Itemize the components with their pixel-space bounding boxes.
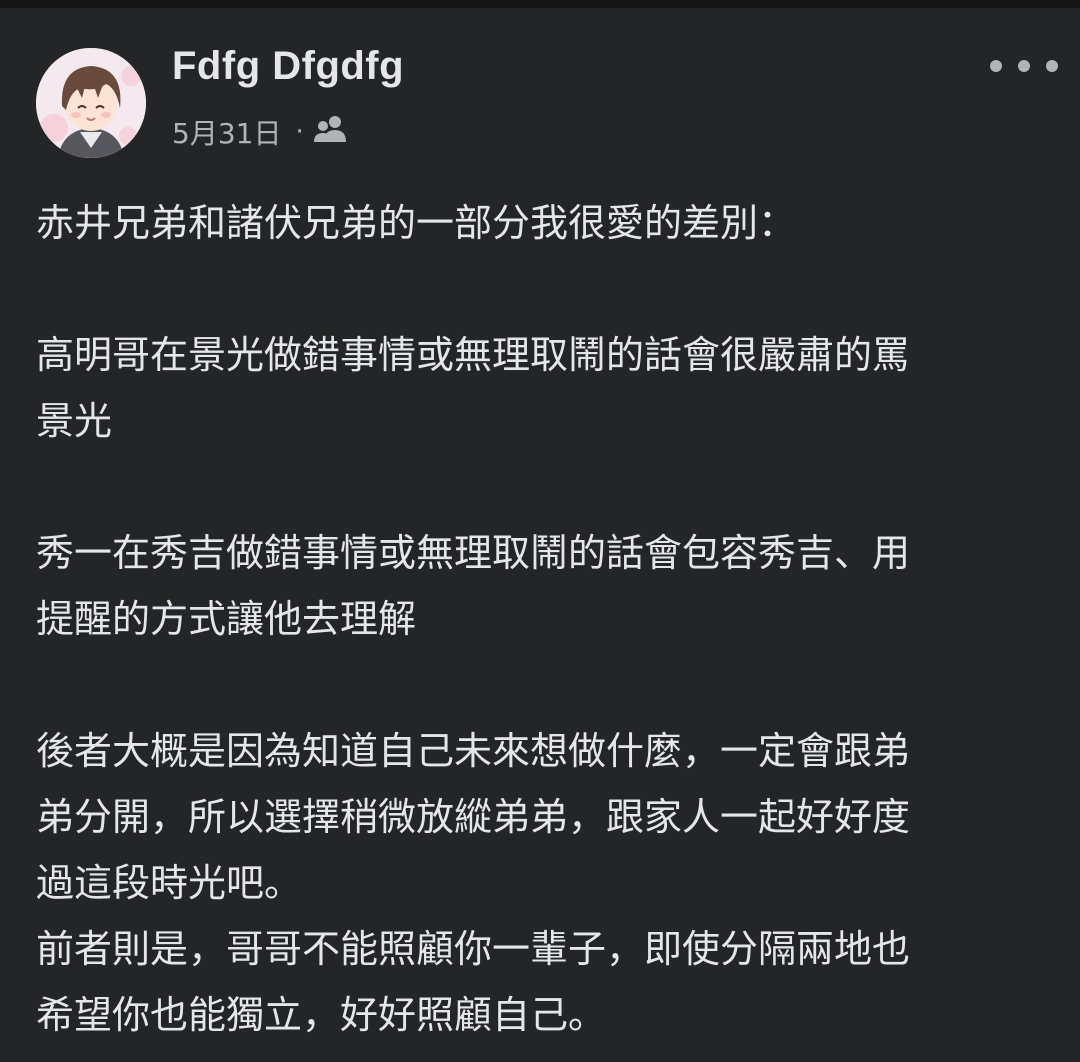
avatar[interactable] <box>36 48 146 158</box>
post-meta: 5月31日 · <box>172 112 348 152</box>
post-line: 景光 <box>36 399 113 443</box>
post-line: 希望你也能獨立，好好照顧自己。 <box>36 993 607 1037</box>
more-dot <box>1018 60 1030 72</box>
post-line: 提醒的方式讓他去理解 <box>36 597 417 641</box>
post-line: 高明哥在景光做錯事情或無理取鬧的話會很嚴肅的罵 <box>36 333 911 377</box>
meta-separator: · <box>295 117 304 147</box>
post-card: Fdfg Dfgdfg 5月31日 · 赤井兄弟和諸伏兄弟的一部分我很愛的差別：… <box>0 8 1080 1062</box>
more-dot <box>1046 60 1058 72</box>
post-line: 秀一在秀吉做錯事情或無理取鬧的話會包容秀吉、用 <box>36 531 911 575</box>
post-line: 赤井兄弟和諸伏兄弟的一部分我很愛的差別： <box>36 201 797 245</box>
post-date[interactable]: 5月31日 <box>172 112 281 152</box>
author-name[interactable]: Fdfg Dfgdfg <box>172 44 404 89</box>
more-dot <box>990 60 1002 72</box>
post-line: 前者則是，哥哥不能照顧你一輩子，即使分隔兩地也 <box>36 927 911 971</box>
avatar-illustration <box>36 48 146 158</box>
friends-icon[interactable] <box>313 114 348 151</box>
post-text: 赤井兄弟和諸伏兄弟的一部分我很愛的差別： 高明哥在景光做錯事情或無理取鬧的話會很… <box>36 190 1036 1048</box>
post-line: 過這段時光吧。 <box>36 861 303 905</box>
more-icon[interactable] <box>990 46 1058 86</box>
post-line: 後者大概是因為知道自己未來想做什麼，一定會跟弟 <box>36 729 911 773</box>
status-strip <box>0 0 1080 8</box>
friends-icon-graphic <box>313 115 346 142</box>
post-line: 弟分開，所以選擇稍微放縱弟弟，跟家人一起好好度 <box>36 795 911 839</box>
